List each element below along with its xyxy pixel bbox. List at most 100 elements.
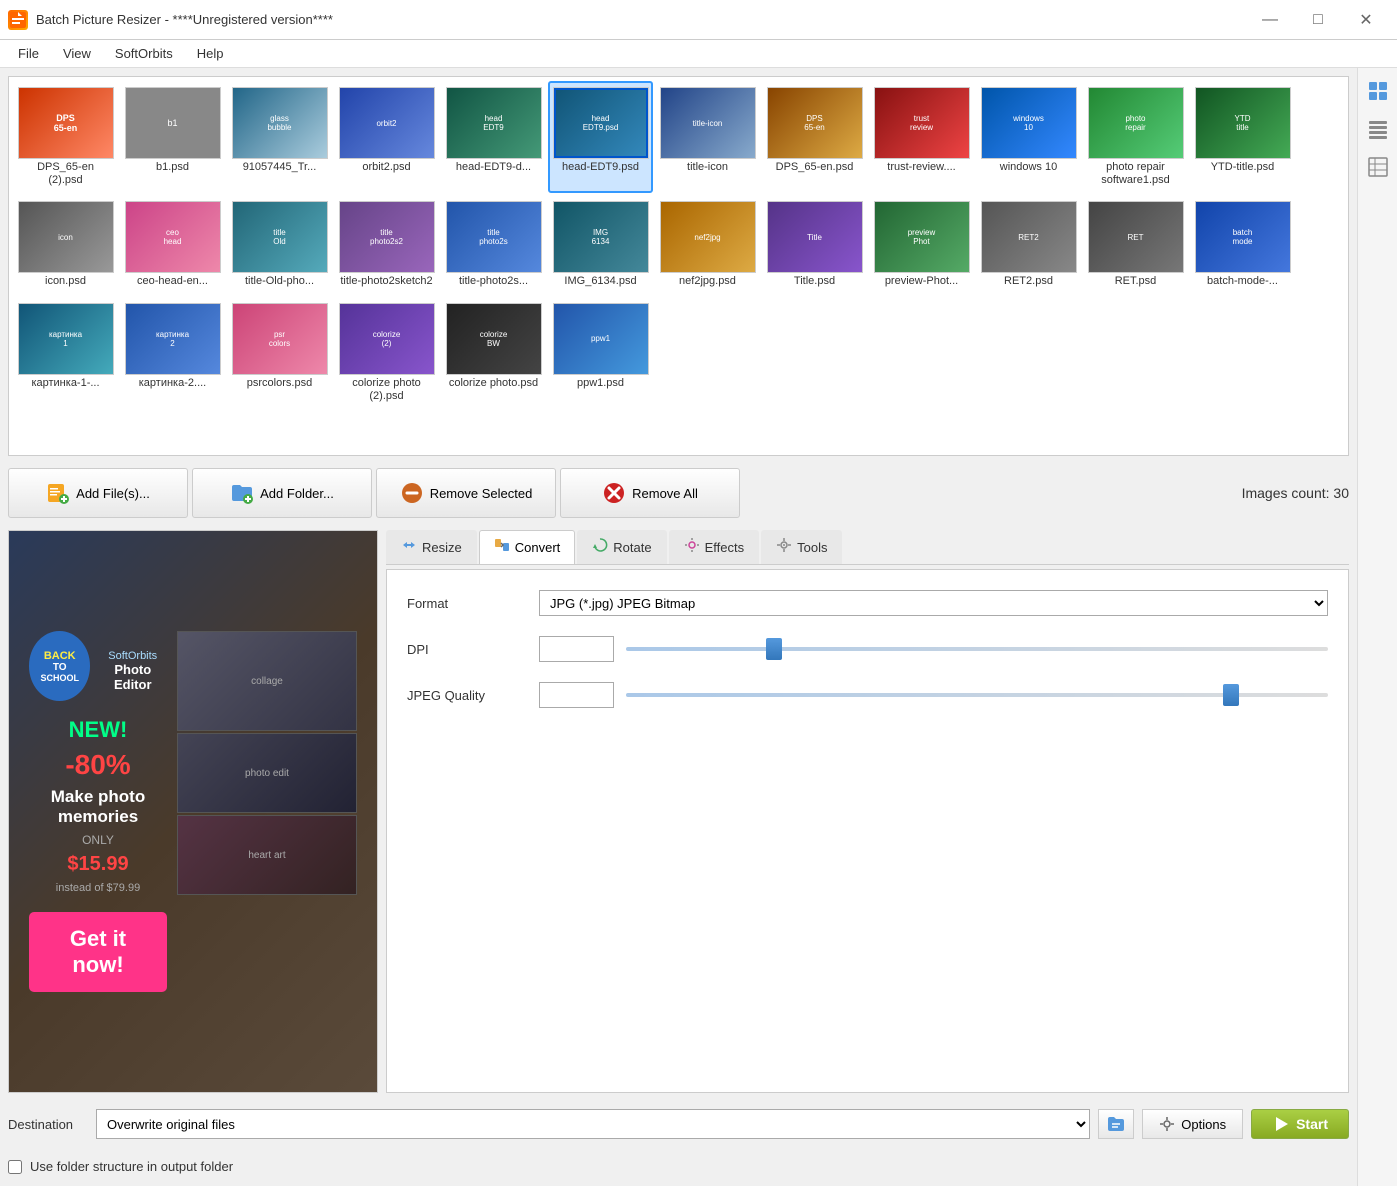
add-files-button[interactable]: Add File(s)... bbox=[8, 468, 188, 518]
add-files-icon bbox=[46, 481, 70, 505]
add-folder-icon bbox=[230, 481, 254, 505]
file-name: DPS_65-en (2).psd bbox=[19, 161, 112, 187]
file-item[interactable]: glassbubble91057445_Tr... bbox=[227, 81, 332, 193]
file-name: orbit2.psd bbox=[362, 161, 410, 174]
remove-selected-button[interactable]: Remove Selected bbox=[376, 468, 556, 518]
tab-effects[interactable]: Effects bbox=[669, 530, 760, 564]
promo-image-3: heart art bbox=[177, 815, 357, 895]
promo-area[interactable]: BACK TO SCHOOL SoftOrbits Photo Editor N… bbox=[8, 530, 378, 1093]
resize-tab-icon bbox=[401, 537, 417, 558]
options-button[interactable]: Options bbox=[1142, 1109, 1243, 1139]
promo-tagline: Make photo memories bbox=[29, 787, 167, 827]
destination-select[interactable]: Overwrite original filesSave to subfolde… bbox=[96, 1109, 1090, 1139]
content-area: DPS65-enDPS_65-en (2).psdb1b1.psdglassbu… bbox=[0, 68, 1357, 1186]
start-button[interactable]: Start bbox=[1251, 1109, 1349, 1139]
file-grid-container[interactable]: DPS65-enDPS_65-en (2).psdb1b1.psdglassbu… bbox=[8, 76, 1349, 456]
settings-content: Format JPG (*.jpg) JPEG BitmapPNG (*.png… bbox=[386, 569, 1349, 1093]
menu-softorbits[interactable]: SoftOrbits bbox=[105, 42, 183, 65]
details-view-icon[interactable] bbox=[1363, 152, 1393, 182]
sidebar-right bbox=[1357, 68, 1397, 1186]
file-item[interactable]: title-icontitle-icon bbox=[655, 81, 760, 193]
dpi-thumb[interactable] bbox=[766, 638, 782, 660]
add-folder-button[interactable]: Add Folder... bbox=[192, 468, 372, 518]
file-item[interactable]: картинка2картинка-2.... bbox=[120, 297, 225, 409]
file-item[interactable]: nef2jpgnef2jpg.psd bbox=[655, 195, 760, 294]
maximize-button[interactable]: □ bbox=[1295, 5, 1341, 35]
file-name: RET.psd bbox=[1115, 275, 1157, 288]
promo-only: ONLY bbox=[29, 833, 167, 847]
convert-tab-label: Convert bbox=[515, 540, 561, 555]
file-item[interactable]: ceoheadceo-head-en... bbox=[120, 195, 225, 294]
file-item[interactable]: photorepairphoto repair software1.psd bbox=[1083, 81, 1188, 193]
file-name: title-Old-pho... bbox=[245, 275, 314, 288]
file-item[interactable]: titlephoto2s2title-photo2sketch2 bbox=[334, 195, 439, 294]
file-item[interactable]: titlephoto2stitle-photo2s... bbox=[441, 195, 546, 294]
file-item[interactable]: headEDT9head-EDT9-d... bbox=[441, 81, 546, 193]
file-item[interactable]: IMG6134IMG_6134.psd bbox=[548, 195, 653, 294]
tab-rotate[interactable]: Rotate bbox=[577, 530, 666, 564]
list-view-icon[interactable] bbox=[1363, 114, 1393, 144]
file-item[interactable]: batchmodebatch-mode-... bbox=[1190, 195, 1295, 294]
folder-structure-checkbox[interactable] bbox=[8, 1160, 22, 1174]
start-label: Start bbox=[1296, 1116, 1328, 1132]
add-folder-label: Add Folder... bbox=[260, 486, 334, 501]
file-item[interactable]: orbit2orbit2.psd bbox=[334, 81, 439, 193]
browse-folder-button[interactable] bbox=[1098, 1109, 1134, 1139]
file-item[interactable]: titleOldtitle-Old-pho... bbox=[227, 195, 332, 294]
file-name: YTD-title.psd bbox=[1211, 161, 1275, 174]
bottom-panel: BACK TO SCHOOL SoftOrbits Photo Editor N… bbox=[8, 530, 1349, 1093]
settings-panel: Resize Convert Rotate EffectsTools Format J… bbox=[386, 530, 1349, 1093]
file-item[interactable]: b1b1.psd bbox=[120, 81, 225, 193]
promo-badge-back: BACK bbox=[44, 650, 76, 662]
file-grid: DPS65-enDPS_65-en (2).psdb1b1.psdglassbu… bbox=[9, 77, 1348, 413]
file-item[interactable]: TitleTitle.psd bbox=[762, 195, 867, 294]
file-name: title-photo2sketch2 bbox=[340, 275, 432, 288]
file-item[interactable]: psrcolorspsrcolors.psd bbox=[227, 297, 332, 409]
jpeg-quality-slider[interactable] bbox=[626, 682, 1328, 708]
jpeg-quality-row: JPEG Quality 90 bbox=[407, 682, 1328, 708]
file-item[interactable]: trustreviewtrust-review.... bbox=[869, 81, 974, 193]
rotate-tab-label: Rotate bbox=[613, 540, 651, 555]
file-item[interactable]: DPS65-enDPS_65-en (2).psd bbox=[13, 81, 118, 193]
dpi-input[interactable]: 100 bbox=[539, 636, 614, 662]
menu-view[interactable]: View bbox=[53, 42, 101, 65]
tab-resize[interactable]: Resize bbox=[386, 530, 477, 564]
close-button[interactable]: ✕ bbox=[1343, 5, 1389, 35]
file-item[interactable]: colorizeBWcolorize photo.psd bbox=[441, 297, 546, 409]
remove-all-button[interactable]: Remove All bbox=[560, 468, 740, 518]
images-count: Images count: 30 bbox=[1242, 485, 1349, 501]
file-item[interactable]: ppw1ppw1.psd bbox=[548, 297, 653, 409]
file-name: batch-mode-... bbox=[1207, 275, 1278, 288]
promo-badge: BACK TO SCHOOL bbox=[29, 631, 90, 701]
file-item[interactable]: RETRET.psd bbox=[1083, 195, 1188, 294]
file-item[interactable]: iconicon.psd bbox=[13, 195, 118, 294]
menu-help[interactable]: Help bbox=[187, 42, 234, 65]
file-item[interactable]: DPS65-enDPS_65-en.psd bbox=[762, 81, 867, 193]
file-name: title-icon bbox=[687, 161, 728, 174]
promo-cta-button[interactable]: Get it now! bbox=[29, 912, 167, 992]
file-item[interactable]: RET2RET2.psd bbox=[976, 195, 1081, 294]
file-name: 91057445_Tr... bbox=[243, 161, 317, 174]
convert-tab-icon bbox=[494, 537, 510, 558]
file-name: windows 10 bbox=[1000, 161, 1057, 174]
dpi-slider[interactable] bbox=[626, 636, 1328, 662]
file-item[interactable]: colorize(2)colorize photo (2).psd bbox=[334, 297, 439, 409]
tab-convert[interactable]: Convert bbox=[479, 530, 576, 564]
tools-tab-icon bbox=[776, 537, 792, 558]
thumbnail-view-icon[interactable] bbox=[1363, 76, 1393, 106]
file-item[interactable]: previewPhotpreview-Phot... bbox=[869, 195, 974, 294]
menu-file[interactable]: File bbox=[8, 42, 49, 65]
file-name: картинка-2.... bbox=[139, 377, 206, 390]
minimize-button[interactable]: — bbox=[1247, 5, 1293, 35]
toolbar: Add File(s)... Add Folder... Remove Sele… bbox=[8, 464, 1349, 522]
promo-image-2: photo edit bbox=[177, 733, 357, 813]
file-item[interactable]: headEDT9.psdhead-EDT9.psd bbox=[548, 81, 653, 193]
file-item[interactable]: картинка1картинка-1-... bbox=[13, 297, 118, 409]
file-item[interactable]: windows10windows 10 bbox=[976, 81, 1081, 193]
format-select[interactable]: JPG (*.jpg) JPEG BitmapPNG (*.png)BMP (*… bbox=[539, 590, 1328, 616]
jpeg-quality-input[interactable]: 90 bbox=[539, 682, 614, 708]
format-row: Format JPG (*.jpg) JPEG BitmapPNG (*.png… bbox=[407, 590, 1328, 616]
tab-tools[interactable]: Tools bbox=[761, 530, 842, 564]
jpeg-quality-thumb[interactable] bbox=[1223, 684, 1239, 706]
file-item[interactable]: YTDtitleYTD-title.psd bbox=[1190, 81, 1295, 193]
